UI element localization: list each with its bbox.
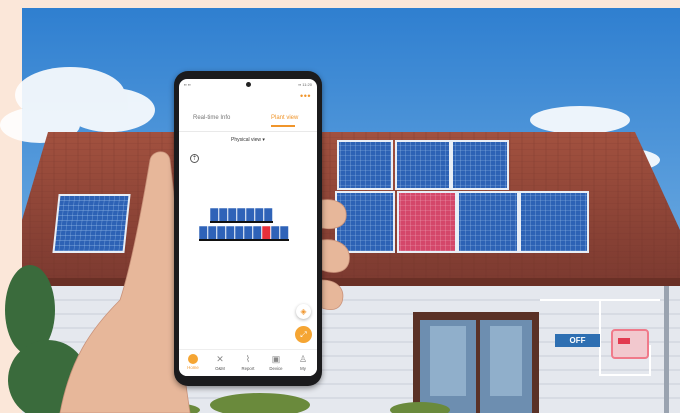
panel-module[interactable] (207, 225, 217, 241)
panel-module[interactable] (216, 225, 226, 241)
panel-row-top (209, 207, 273, 223)
panel-module[interactable] (279, 225, 289, 241)
layers-icon[interactable]: ◈ (296, 304, 311, 319)
solar-house-scene (0, 8, 680, 413)
chart-icon: ⌇ (245, 354, 251, 364)
panel-rail (210, 221, 273, 223)
tools-icon: ✕ (216, 354, 224, 364)
user-icon: ♙ (298, 354, 308, 364)
device-icon: ▣ (271, 354, 281, 364)
nav-device[interactable]: ▣ Device (263, 353, 289, 371)
smartphone: ▪▪ ▪▪ ▪▪ 11:20 ••• Real-time Info Plant … (174, 71, 322, 386)
nav-label: Device (269, 366, 283, 371)
panel-module[interactable] (263, 207, 273, 223)
panel-rail (199, 239, 289, 241)
expand-icon[interactable]: ⤢ (295, 326, 312, 343)
panel-module[interactable] (198, 225, 208, 241)
panel-module[interactable] (243, 225, 253, 241)
nav-label: O&M (215, 366, 225, 371)
panel-module[interactable] (227, 207, 237, 223)
faulty-panel (397, 191, 457, 253)
panel-module[interactable] (270, 225, 280, 241)
home-icon (188, 354, 198, 364)
panel-row-bottom (198, 225, 289, 241)
panel-module[interactable] (252, 225, 262, 241)
house-window (413, 312, 539, 413)
panel-module[interactable] (209, 207, 219, 223)
bottom-nav: Home ✕ O&M ⌇ Report ▣ Device ♙ My (179, 349, 317, 376)
off-switch-label: OFF (555, 334, 600, 347)
panel-module[interactable] (218, 207, 228, 223)
nav-my[interactable]: ♙ My (290, 353, 316, 371)
panel-module[interactable] (225, 225, 235, 241)
nav-report[interactable]: ⌇ Report (235, 353, 261, 371)
panel-module[interactable] (234, 225, 244, 241)
roof-edge (22, 278, 680, 286)
panel-module[interactable] (245, 207, 255, 223)
nav-home[interactable]: Home (180, 353, 206, 370)
app-screen: ▪▪ ▪▪ ▪▪ 11:20 ••• Real-time Info Plant … (179, 79, 317, 376)
nav-label: Home (187, 365, 199, 370)
nav-label: My (300, 366, 306, 371)
nav-om[interactable]: ✕ O&M (207, 353, 233, 371)
panel-module-fault[interactable] (261, 225, 271, 241)
downpipe (664, 286, 669, 413)
panel-module[interactable] (254, 207, 264, 223)
panel-module[interactable] (236, 207, 246, 223)
nav-label: Report (241, 366, 255, 371)
